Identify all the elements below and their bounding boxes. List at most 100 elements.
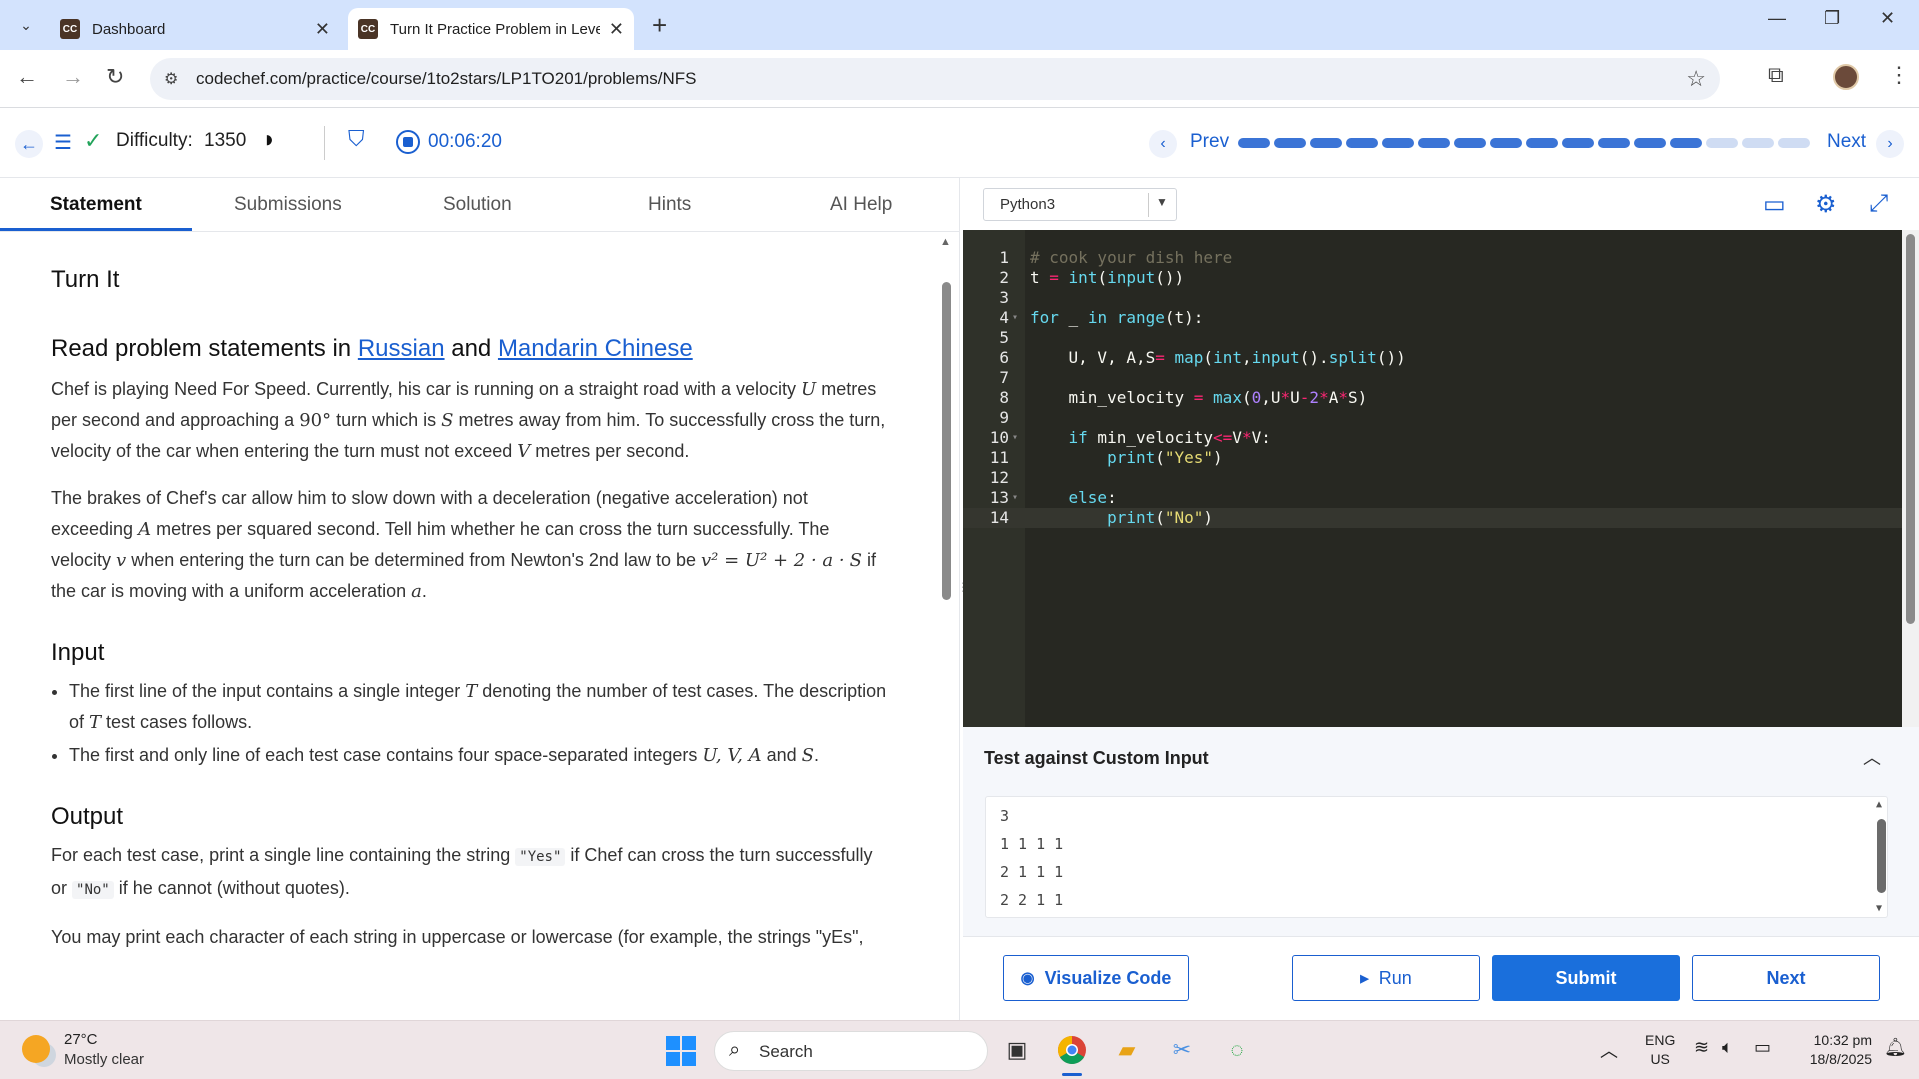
forward-arrow-icon[interactable]: → bbox=[62, 64, 84, 90]
notification-bell-icon[interactable]: 🔔︎ bbox=[1884, 1037, 1907, 1058]
weather-temperature[interactable]: 27°C bbox=[64, 1031, 98, 1048]
fold-arrow-icon[interactable]: ▾ bbox=[1012, 488, 1018, 508]
tab-search-chevron-icon[interactable]: ⌄ bbox=[12, 11, 40, 39]
code-line[interactable]: 7 bbox=[963, 368, 1902, 388]
restore-icon[interactable]: ❐ bbox=[1824, 8, 1840, 29]
reload-icon[interactable]: ↻ bbox=[106, 64, 124, 90]
scrollbar-thumb[interactable] bbox=[1877, 819, 1886, 893]
profile-avatar[interactable] bbox=[1833, 64, 1859, 90]
extensions-puzzle-icon[interactable]: ⧉ bbox=[1768, 62, 1784, 88]
problem-list-icon[interactable]: ☰ bbox=[54, 130, 72, 155]
bookmark-star-icon[interactable]: ☆ bbox=[1686, 66, 1706, 92]
submit-button[interactable]: Submit bbox=[1492, 955, 1680, 1001]
site-info-icon[interactable]: ⚙ bbox=[164, 69, 178, 89]
code-line[interactable]: 4 ▾ for _ in range(t): bbox=[963, 308, 1902, 328]
url-text[interactable]: codechef.com/practice/course/1to2stars/L… bbox=[196, 69, 696, 89]
clock[interactable]: 10:32 pm 18/8/2025 bbox=[1792, 1031, 1872, 1069]
custom-input-textarea[interactable]: 3 1 1 1 1 2 1 1 1 2 2 1 1 ▲ ▼ bbox=[985, 796, 1888, 918]
line-number: 3 bbox=[999, 288, 1009, 307]
statement-scrollbar[interactable]: ▲ ▼ bbox=[938, 236, 954, 1074]
timer[interactable]: 00:06:20 bbox=[396, 130, 502, 154]
tab-ai-help[interactable]: AI Help bbox=[830, 194, 892, 216]
russian-link[interactable]: Russian bbox=[358, 335, 445, 362]
file-explorer-icon[interactable]: ▰ bbox=[1110, 1033, 1144, 1067]
code-line[interactable]: 5 bbox=[963, 328, 1902, 348]
scroll-up-icon[interactable]: ▲ bbox=[940, 236, 951, 248]
code-editor[interactable]: 1 # cook your dish here 2 t = int(input()) 3… bbox=[963, 230, 1902, 727]
code-line[interactable]: 3 bbox=[963, 288, 1902, 308]
fold-arrow-icon[interactable]: ▾ bbox=[1012, 308, 1018, 328]
close-window-icon[interactable]: ✕ bbox=[1880, 8, 1895, 29]
close-tab-icon[interactable]: ✕ bbox=[609, 19, 624, 40]
editor-header: Python3 ▼ ▭ ⚙ ⤢ bbox=[963, 178, 1919, 230]
minimize-icon[interactable]: — bbox=[1768, 8, 1786, 29]
code-line[interactable]: 10 ▾ if min_velocity<=V*V: bbox=[963, 428, 1902, 448]
input-language[interactable]: ENG US bbox=[1645, 1031, 1675, 1069]
feedback-chat-icon[interactable]: ▭ bbox=[1763, 190, 1786, 219]
tab-statement[interactable]: Statement bbox=[50, 194, 142, 216]
browser-tab-turn-it[interactable]: CC Turn It Practice Problem in Leve ✕ bbox=[348, 8, 634, 50]
show-hidden-icons-chevron[interactable]: ︿ bbox=[1600, 1037, 1618, 1063]
back-arrow-icon[interactable]: ← bbox=[15, 130, 43, 158]
code-line[interactable]: 13 ▾ else: bbox=[963, 488, 1902, 508]
tab-solution[interactable]: Solution bbox=[443, 194, 512, 216]
scroll-up-icon[interactable]: ▲ bbox=[1876, 799, 1882, 810]
visualize-code-button[interactable]: ◉ Visualize Code bbox=[1003, 955, 1189, 1001]
line-number: 8 bbox=[999, 388, 1009, 407]
tab-submissions[interactable]: Submissions bbox=[234, 194, 342, 216]
tab-hints[interactable]: Hints bbox=[648, 194, 691, 216]
close-tab-icon[interactable]: ✕ bbox=[315, 19, 330, 40]
code-line[interactable]: 14 print("No") bbox=[963, 508, 1902, 528]
custom-input-line: 1 1 1 1 bbox=[1000, 835, 1064, 853]
scroll-down-icon[interactable]: ▼ bbox=[1876, 903, 1882, 914]
language-select[interactable]: Python3 ▼ bbox=[983, 188, 1177, 221]
settings-gear-icon[interactable]: ⚙ bbox=[1815, 190, 1837, 219]
weather-sun-icon[interactable] bbox=[22, 1035, 50, 1063]
snipping-tool-icon[interactable]: ✂ bbox=[1165, 1033, 1199, 1067]
chrome-menu-icon[interactable]: ⋮ bbox=[1888, 62, 1910, 88]
fullscreen-expand-icon[interactable]: ⤢ bbox=[1869, 190, 1888, 218]
custom-input-title[interactable]: Test against Custom Input bbox=[984, 748, 1209, 769]
code-line[interactable]: 6 U, V, A,S= map(int,input().split()) bbox=[963, 348, 1902, 368]
scrollbar-thumb[interactable] bbox=[942, 282, 951, 600]
solved-check-icon: ✓ bbox=[84, 128, 103, 153]
app-ring-icon[interactable]: ◌ bbox=[1220, 1033, 1254, 1067]
new-tab-icon[interactable]: + bbox=[652, 10, 667, 41]
prev-chevron-icon[interactable]: ‹ bbox=[1149, 130, 1177, 158]
collapse-chevron-up-icon[interactable]: ︿ bbox=[1863, 744, 1881, 770]
code-line[interactable]: 12 bbox=[963, 468, 1902, 488]
volume-icon[interactable]: 🔈︎ bbox=[1722, 1037, 1733, 1058]
back-arrow-icon[interactable]: ← bbox=[16, 64, 38, 90]
custom-input-scrollbar[interactable]: ▲ ▼ bbox=[1874, 799, 1888, 917]
code-line[interactable]: 11 print("Yes") bbox=[963, 448, 1902, 468]
list-item: The first and only line of each test cas… bbox=[69, 740, 891, 771]
stop-timer-icon[interactable] bbox=[396, 130, 420, 154]
next-chevron-icon[interactable]: › bbox=[1876, 130, 1904, 158]
omnibox[interactable]: ⚙ codechef.com/practice/course/1to2stars… bbox=[150, 58, 1720, 100]
bookmark-icon[interactable]: ⛉ bbox=[348, 126, 365, 152]
battery-icon[interactable]: ▭ bbox=[1754, 1037, 1771, 1058]
problem-tabs: Statement Submissions Solution Hints AI … bbox=[0, 178, 960, 232]
task-view-icon[interactable]: ▣ bbox=[1000, 1033, 1034, 1067]
code-line[interactable]: 2 t = int(input()) bbox=[963, 268, 1902, 288]
chrome-app-icon[interactable] bbox=[1055, 1033, 1089, 1067]
next-button[interactable]: Next bbox=[1692, 955, 1880, 1001]
theme-toggle-moon-icon[interactable]: ◗ bbox=[262, 126, 277, 154]
scrollbar-thumb[interactable] bbox=[1906, 234, 1915, 624]
weather-description[interactable]: Mostly clear bbox=[64, 1051, 144, 1068]
taskbar-search[interactable]: ⌕ Search bbox=[714, 1031, 988, 1071]
prev-problem-link[interactable]: Prev bbox=[1190, 131, 1229, 153]
run-button[interactable]: ▶ Run bbox=[1292, 955, 1480, 1001]
next-problem-link[interactable]: Next bbox=[1827, 131, 1866, 153]
code-area[interactable]: 1 # cook your dish here 2 t = int(input()) 3… bbox=[963, 248, 1902, 528]
wifi-icon[interactable]: ≋ bbox=[1694, 1037, 1709, 1058]
code-line[interactable]: 9 bbox=[963, 408, 1902, 428]
code-line[interactable]: 1 # cook your dish here bbox=[963, 248, 1902, 268]
fold-arrow-icon[interactable]: ▾ bbox=[1012, 428, 1018, 448]
editor-scrollbar[interactable] bbox=[1902, 230, 1919, 727]
mandarin-link[interactable]: Mandarin Chinese bbox=[498, 335, 693, 362]
math-S: S bbox=[801, 745, 815, 766]
windows-start-icon[interactable] bbox=[666, 1036, 696, 1066]
browser-tab-dashboard[interactable]: CC Dashboard ✕ bbox=[50, 8, 340, 50]
code-line[interactable]: 8 min_velocity = max(0,U*U-2*A*S) bbox=[963, 388, 1902, 408]
